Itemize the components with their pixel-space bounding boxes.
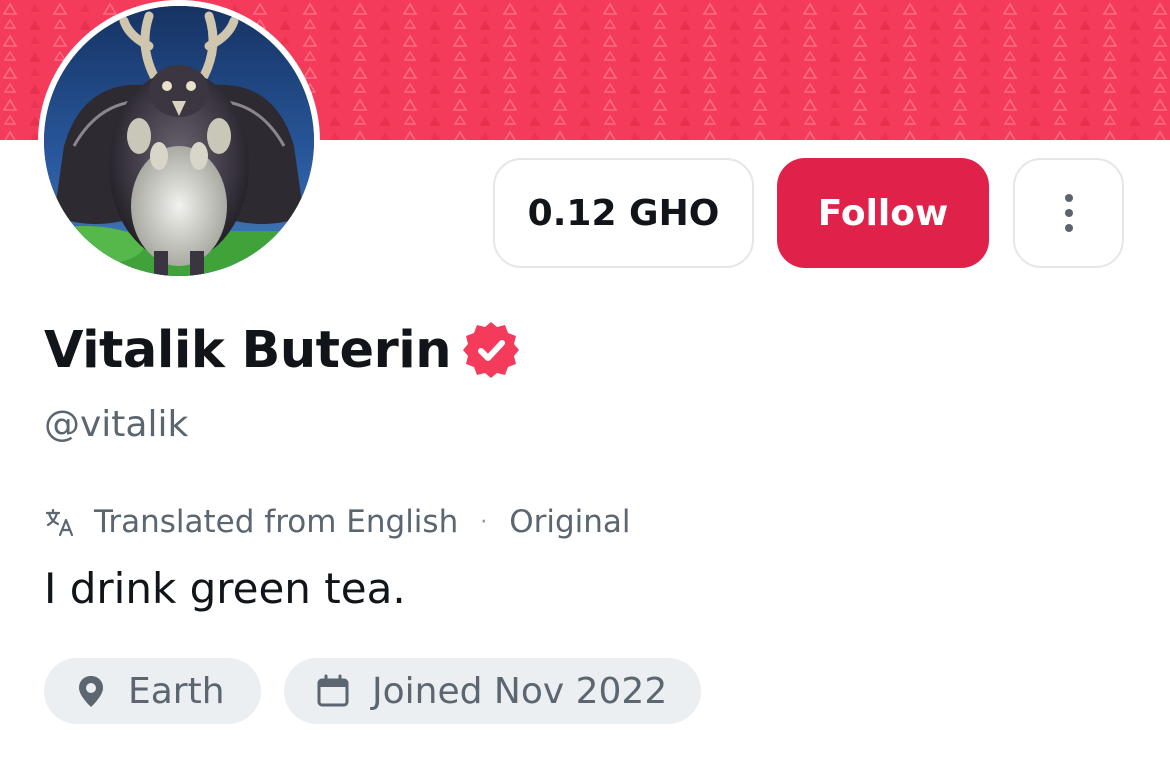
avatar[interactable] bbox=[38, 0, 320, 282]
more-options-button[interactable] bbox=[1013, 158, 1124, 268]
calendar-icon bbox=[317, 674, 349, 707]
location-label: Earth bbox=[128, 670, 225, 712]
translate-icon bbox=[45, 508, 74, 537]
profile-name: Vitalik Buterin bbox=[44, 320, 452, 380]
tip-button[interactable]: 0.12 GHO bbox=[493, 158, 754, 268]
more-vertical-icon bbox=[1064, 194, 1073, 202]
joined-label: Joined Nov 2022 bbox=[372, 670, 668, 712]
follow-button[interactable]: Follow bbox=[777, 158, 989, 268]
separator-dot: · bbox=[480, 509, 488, 535]
follow-label: Follow bbox=[817, 192, 949, 234]
profile-bio: I drink green tea. bbox=[44, 564, 406, 613]
profile-page: 0.12 GHO Follow Vitalik Buterin @vitalik… bbox=[0, 0, 1170, 771]
joined-date-pill: Joined Nov 2022 bbox=[284, 658, 701, 724]
show-original-link[interactable]: Original bbox=[509, 504, 630, 540]
translated-from-label: Translated from English bbox=[94, 504, 459, 540]
map-pin-icon bbox=[79, 676, 103, 707]
profile-handle: @vitalik bbox=[44, 404, 189, 445]
location-pill: Earth bbox=[44, 658, 261, 724]
tip-amount: 0.12 GHO bbox=[527, 192, 720, 234]
profile-name-row: Vitalik Buterin bbox=[44, 312, 523, 388]
verified-badge-icon bbox=[463, 322, 520, 378]
translation-row: Translated from English · Original bbox=[44, 500, 631, 544]
avatar-image bbox=[44, 6, 314, 276]
